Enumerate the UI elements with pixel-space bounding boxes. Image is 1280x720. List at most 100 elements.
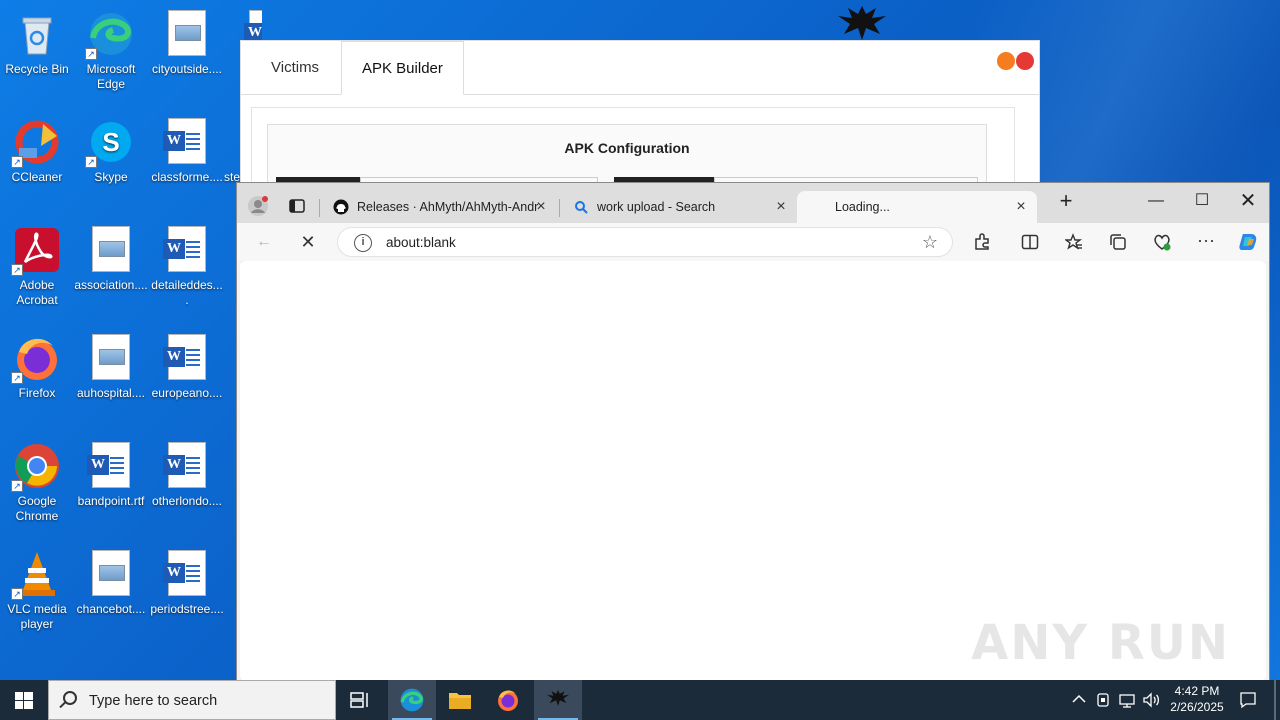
tab-title: Loading... [835,200,890,214]
word-document-icon: W [163,118,206,164]
windows-logo-icon [15,692,33,709]
browser-tab-loading[interactable]: Loading... × [797,191,1037,223]
desktop-icon-google-chrome[interactable]: ↗ Google Chrome [0,436,74,524]
desktop-icon-image-file[interactable]: cityoutside.... [150,4,224,77]
desktop-icon-label: chancebot.... [76,602,146,616]
desktop-icon-partial[interactable]: ste [222,112,240,185]
desktop-icon-skype[interactable]: S ↗ Skype [74,112,148,185]
maximize-window-button[interactable]: ☐ [1179,187,1225,215]
tray-volume-icon[interactable] [1142,680,1162,720]
desktop-icon-firefox[interactable]: ↗ Firefox [0,328,74,401]
tab-separator [559,199,560,217]
address-url[interactable]: about:blank [386,228,456,258]
desktop-icon-label: Firefox [18,386,56,400]
minimize-button[interactable] [997,52,1015,70]
desktop-icon-label: cityoutside.... [151,62,223,76]
split-screen-icon[interactable] [1021,233,1039,251]
folder-icon [449,693,471,709]
word-document-icon: W [163,442,206,488]
stop-loading-button[interactable]: ✕ [293,229,323,255]
usb-device-icon [1097,693,1109,707]
desktop-icon-word-file[interactable]: W detaileddes.... [150,220,224,308]
desktop-icon-label: Skype [94,170,128,184]
copilot-icon[interactable] [1237,231,1259,253]
tab-victims[interactable]: Victims [251,41,339,95]
desktop-icon-label: Google Chrome [15,494,59,523]
new-tab-button[interactable]: + [1043,187,1089,215]
desktop-icon-vlc[interactable]: ↗ VLC media player [0,544,74,632]
desktop-icon-word-file[interactable]: W europeano.... [150,328,224,401]
apk-configuration-title: APK Configuration [564,140,690,156]
desktop-icon-word-file[interactable]: W bandpoint.rtf [74,436,148,509]
chevron-up-icon [1072,694,1086,703]
page-content[interactable]: ANY RUN [240,261,1266,681]
desktop-icon-adobe-acrobat[interactable]: ↗ Adobe Acrobat [0,220,74,308]
desktop-icon-ccleaner[interactable]: ↗ CCleaner [0,112,74,185]
task-view-button[interactable] [336,680,384,720]
tray-network-icon[interactable] [1118,680,1136,720]
desktop-icon-label: auhospital.... [76,386,146,400]
desktop-icon-label: periodstree.... [150,602,224,616]
close-window-button[interactable]: ✕ [1225,187,1271,215]
desktop-icon-image-file[interactable]: auhospital.... [74,328,148,401]
start-button[interactable] [0,680,48,720]
desktop-icon-word-file[interactable]: W periodstree.... [150,544,224,617]
collections-icon[interactable] [1109,233,1127,251]
shortcut-arrow-icon: ↗ [11,156,23,168]
desktop-icon-label: otherlondo.... [151,494,223,508]
address-bar[interactable]: i about:blank ☆ [337,227,953,257]
task-view-icon [350,692,368,708]
favorite-star-icon[interactable]: ☆ [922,232,938,253]
loading-icon [809,199,825,215]
desktop-icon-label: Microsoft Edge [86,62,136,91]
desktop-icon-image-file[interactable]: chancebot.... [74,544,148,617]
close-button[interactable] [1016,52,1034,70]
favorites-icon[interactable] [1065,233,1083,251]
shortcut-arrow-icon: ↗ [11,264,23,276]
taskbar-edge[interactable] [388,680,436,720]
taskbar-file-explorer[interactable] [436,680,484,720]
tab-apk-builder[interactable]: APK Builder [341,41,464,95]
close-tab-icon[interactable]: × [771,191,791,223]
desktop-icon-label: Adobe Acrobat [16,278,58,307]
taskbar-ahmyth[interactable] [534,680,582,720]
back-button[interactable]: ← [249,229,279,255]
search-icon [63,691,77,705]
minimize-window-button[interactable]: — [1133,187,1179,215]
desktop-icon-microsoft-edge[interactable]: ↗ Microsoft Edge [74,4,148,92]
image-file-icon [168,10,206,56]
search-placeholder: Type here to search [89,693,218,709]
browser-tab-search[interactable]: work upload - Search × [561,191,797,223]
site-info-icon[interactable]: i [354,234,372,252]
tab-separator [319,199,320,217]
taskbar-firefox[interactable] [484,680,532,720]
image-file-icon [92,226,130,272]
desktop-icon-word-file[interactable]: W classforme.... [150,112,224,185]
settings-more-icon[interactable]: ··· [1191,229,1221,255]
desktop-icon-label: VLC media player [7,602,67,631]
clock-date: 2/26/2025 [1170,700,1224,714]
anyrun-watermark: ANY RUN [971,615,1230,671]
close-tab-icon[interactable]: × [531,191,551,223]
image-file-icon [92,550,130,596]
desktop-icon-image-file[interactable]: association.... [74,220,148,293]
desktop-icon-word-file[interactable]: W otherlondo.... [150,436,224,509]
firefox-icon [498,690,518,711]
ahmyth-logo-icon [546,690,570,706]
extensions-icon[interactable] [973,233,991,251]
tray-device-icon[interactable] [1094,680,1112,720]
notifications-button[interactable] [1236,680,1260,720]
show-desktop-button[interactable] [1274,680,1276,720]
browser-tab-github[interactable]: Releases · AhMyth/AhMyth-Andr × [321,191,557,223]
desktop-icon-label: Recycle Bin [5,62,69,76]
browser-essentials-icon[interactable] [1153,233,1171,251]
show-hidden-icons-button[interactable] [1070,680,1088,720]
edge-icon [400,688,424,712]
taskbar-search-box[interactable]: Type here to search [48,680,336,720]
tab-actions-icon[interactable] [289,198,305,214]
image-file-icon [92,334,130,380]
profile-icon[interactable] [247,195,269,217]
desktop-icon-recycle-bin[interactable]: Recycle Bin [0,4,74,77]
taskbar-clock[interactable]: 4:42 PM 2/26/2025 [1164,683,1230,715]
close-tab-icon[interactable]: × [1011,191,1031,223]
